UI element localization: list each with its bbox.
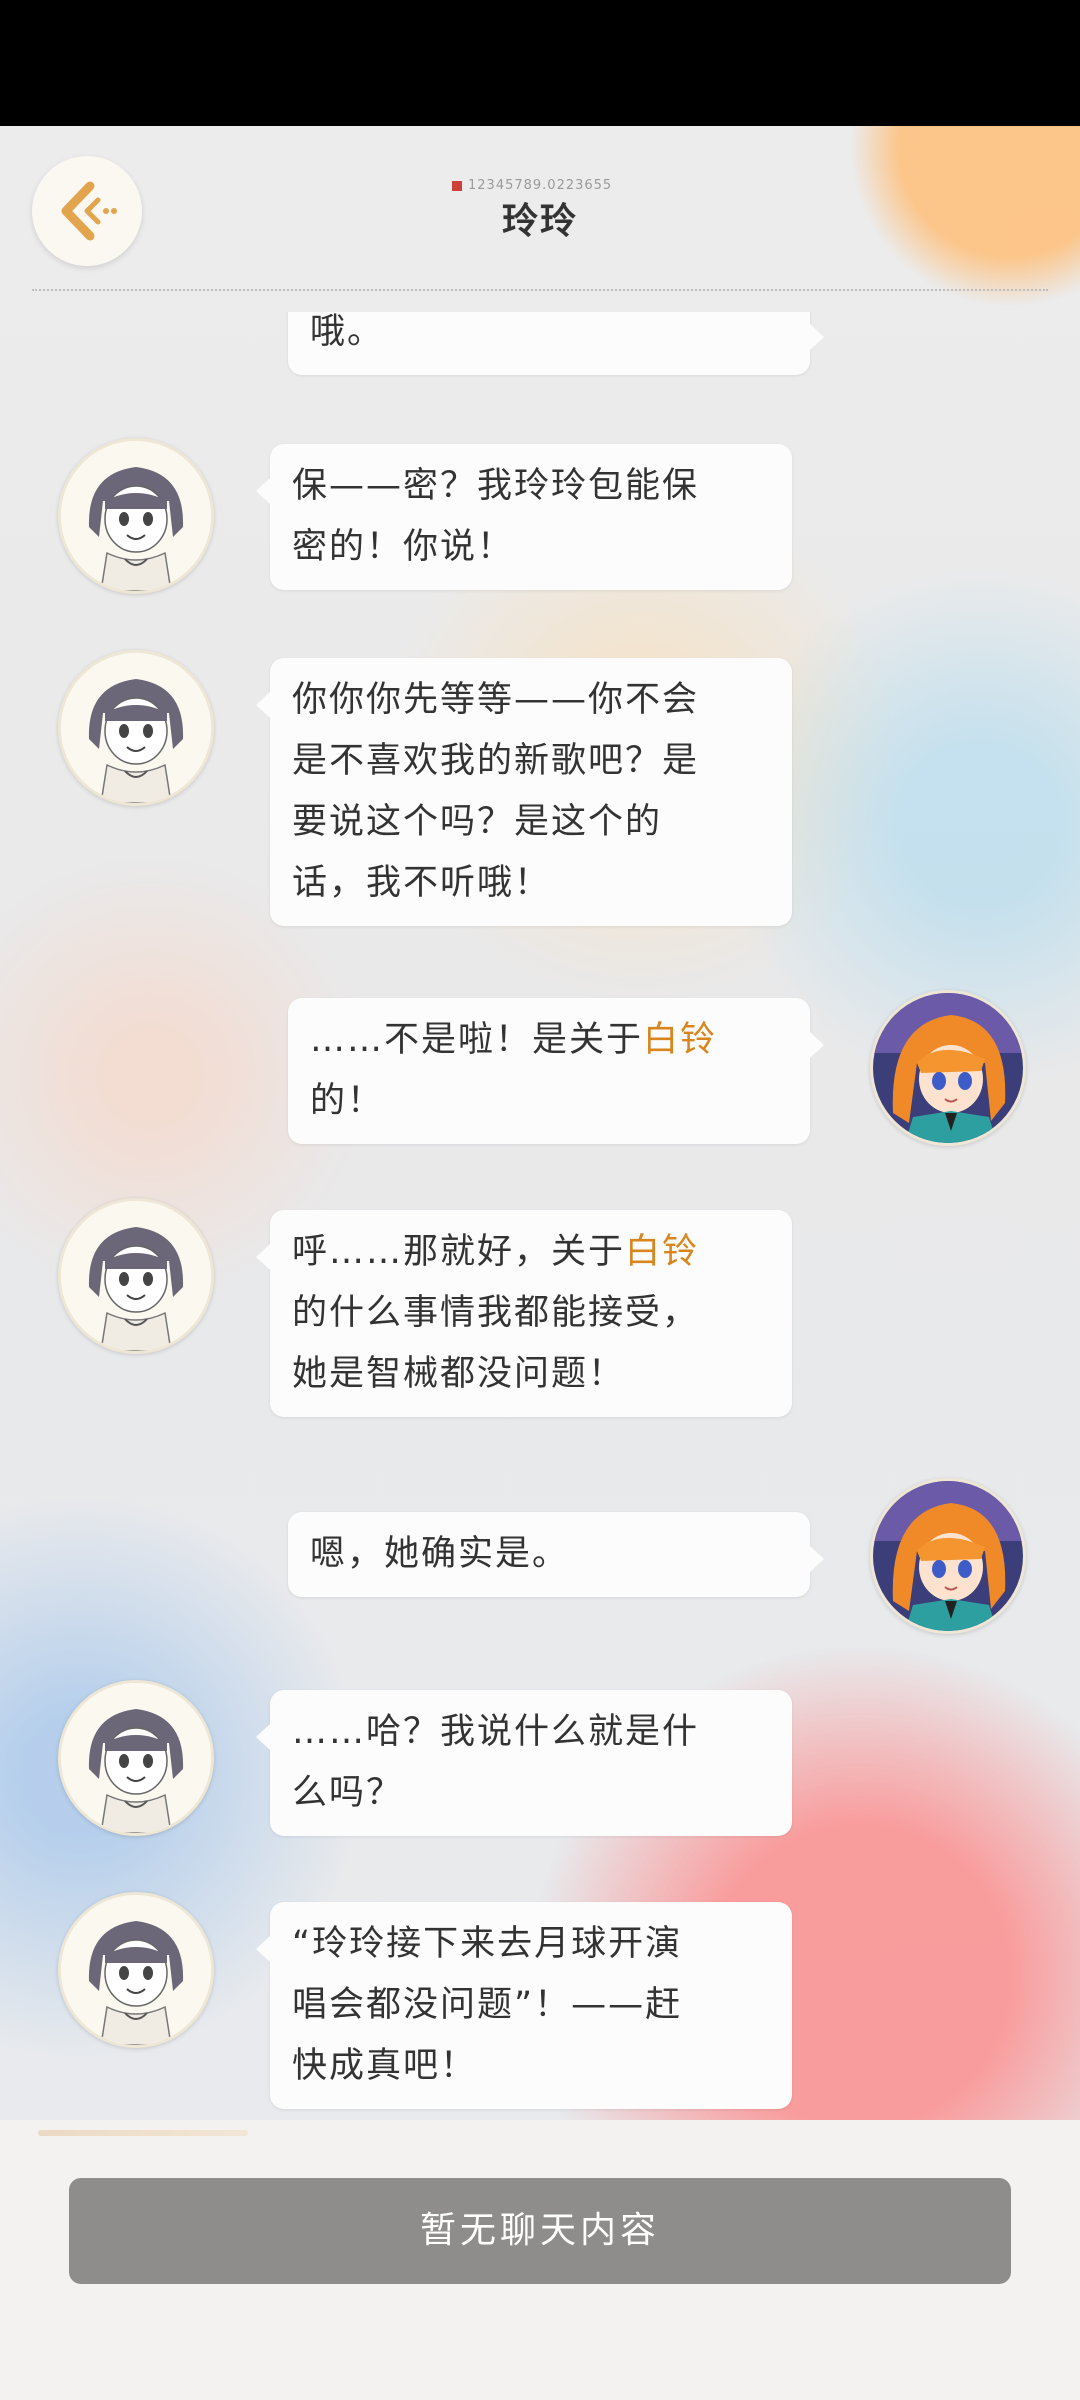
lingling-sketch-avatar-icon xyxy=(61,441,211,591)
message-bubble: “玲玲接下来去月球开演 唱会都没问题”！——赶 快成真吧！ xyxy=(256,1902,792,2109)
message-text: 嗯，她确实是。 xyxy=(310,1534,570,1574)
chat-title: 玲玲 xyxy=(501,201,578,242)
message-bubble: 保——密？我玲玲包能保 密的！你说！ xyxy=(256,444,792,590)
message-text: 要说这个吗？是这个的 xyxy=(292,802,663,842)
message-text: 哦。 xyxy=(310,312,385,352)
message-text: 是不喜欢我的新歌吧？是 xyxy=(292,741,700,781)
message-text: ……哈？我说什么就是什 xyxy=(292,1712,700,1752)
message-text: 的什么事情我都能接受， xyxy=(292,1293,700,1333)
lingling-sketch-avatar-icon xyxy=(61,1683,211,1833)
message-text: 你你你先等等——你不会 xyxy=(292,680,700,720)
player-avatar[interactable] xyxy=(870,1478,1026,1634)
message-text: 她是智械都没问题！ xyxy=(292,1354,626,1394)
message-text: 呼……那就好，关于 xyxy=(292,1232,626,1272)
message-bubble: 哦。 xyxy=(288,312,824,375)
highlighted-name: 白铃 xyxy=(625,1232,700,1272)
message-text: ……不是啦！是关于 xyxy=(310,1020,644,1060)
message-bubble: ……哈？我说什么就是什 么吗？ xyxy=(256,1690,792,1836)
message-bubble: 呼……那就好，关于白铃 的什么事情我都能接受， 她是智械都没问题！ xyxy=(256,1210,792,1417)
flag-icon xyxy=(452,180,462,191)
orange-haired-girl-avatar-icon xyxy=(873,993,1023,1143)
chat-screen: 12345789.0223655 玲玲 哦。 保——密？我玲玲包能保 密的！你说… xyxy=(0,126,1080,2400)
lingling-avatar[interactable] xyxy=(58,1892,214,2048)
message-text: 么吗？ xyxy=(292,1773,404,1813)
lingling-avatar[interactable] xyxy=(58,1680,214,1836)
message-list[interactable]: 哦。 保——密？我玲玲包能保 密的！你说！ 你你你先等等——你不会 是不喜欢我的… xyxy=(0,312,1080,2132)
contact-id-text: 12345789.0223655 xyxy=(468,178,613,193)
player-avatar[interactable] xyxy=(870,990,1026,1146)
orange-haired-girl-avatar-icon xyxy=(873,1481,1023,1631)
message-text: 话，我不听哦！ xyxy=(292,863,552,903)
lingling-avatar[interactable] xyxy=(58,650,214,806)
chat-header: 12345789.0223655 玲玲 xyxy=(0,126,1080,296)
contact-id: 12345789.0223655 xyxy=(452,178,612,193)
lingling-sketch-avatar-icon xyxy=(61,1201,211,1351)
message-text: 快成真吧！ xyxy=(292,2046,478,2086)
status-bar xyxy=(0,0,1080,126)
header-divider xyxy=(32,289,1048,291)
message-bubble: 你你你先等等——你不会 是不喜欢我的新歌吧？是 要说这个吗？是这个的 话，我不听… xyxy=(256,658,792,926)
message-text: 的！ xyxy=(310,1081,385,1121)
message-bubble: 嗯，她确实是。 xyxy=(288,1512,824,1597)
lingling-avatar[interactable] xyxy=(58,1198,214,1354)
lingling-sketch-avatar-icon xyxy=(61,653,211,803)
lingling-avatar[interactable] xyxy=(58,438,214,594)
message-text: 唱会都没问题”！——赶 xyxy=(292,1985,683,2025)
message-bubble: ……不是啦！是关于白铃 的！ xyxy=(288,998,824,1144)
message-text: 保——密？我玲玲包能保 xyxy=(292,466,700,506)
message-text: 密的！你说！ xyxy=(292,527,515,567)
panel-decoration xyxy=(38,2130,248,2136)
highlighted-name: 白铃 xyxy=(643,1020,718,1060)
message-text: “玲玲接下来去月球开演 xyxy=(292,1924,683,1964)
chat-input-bar[interactable]: 暂无聊天内容 xyxy=(69,2178,1011,2284)
lingling-sketch-avatar-icon xyxy=(61,1895,211,2045)
